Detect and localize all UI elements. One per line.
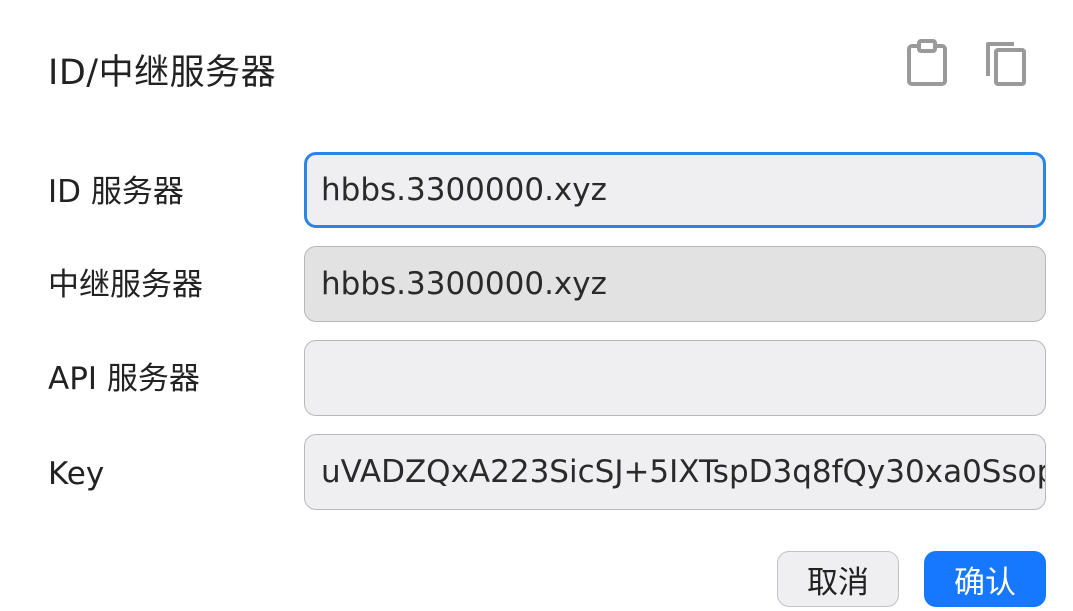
- relay-server-input[interactable]: [304, 246, 1046, 322]
- api-server-label: API 服务器: [48, 361, 200, 397]
- copy-icon[interactable]: [982, 38, 1030, 88]
- relay-server-label: 中继服务器: [48, 267, 203, 303]
- clipboard-icon[interactable]: [903, 38, 951, 88]
- id-server-input[interactable]: [304, 152, 1046, 228]
- dialog-title: ID/中继服务器: [48, 53, 277, 93]
- key-label: Key: [48, 456, 105, 492]
- server-settings-dialog: ID/中继服务器 ID 服务器 中继服务器 API 服务器 Key 取消 确认: [0, 0, 1073, 611]
- confirm-button[interactable]: 确认: [924, 551, 1046, 607]
- key-input[interactable]: [304, 434, 1046, 510]
- cancel-button[interactable]: 取消: [777, 551, 899, 607]
- api-server-input[interactable]: [304, 340, 1046, 416]
- id-server-label: ID 服务器: [48, 174, 184, 210]
